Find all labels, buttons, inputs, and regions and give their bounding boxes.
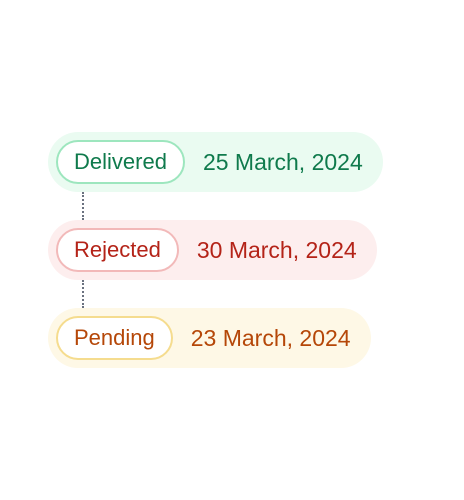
status-badge-rejected: Rejected [56, 228, 179, 272]
timeline-row-rejected: Rejected 30 March, 2024 [48, 220, 377, 280]
timeline-connector [82, 280, 84, 308]
timeline-row-delivered: Delivered 25 March, 2024 [48, 132, 383, 192]
timeline-row-pending: Pending 23 March, 2024 [48, 308, 371, 368]
status-date-rejected: 30 March, 2024 [196, 236, 357, 263]
status-date-delivered: 25 March, 2024 [202, 148, 363, 175]
status-badge-pending: Pending [56, 316, 173, 360]
status-badge-delivered: Delivered [56, 140, 185, 184]
timeline-connector [82, 192, 84, 220]
status-date-pending: 23 March, 2024 [190, 324, 351, 351]
